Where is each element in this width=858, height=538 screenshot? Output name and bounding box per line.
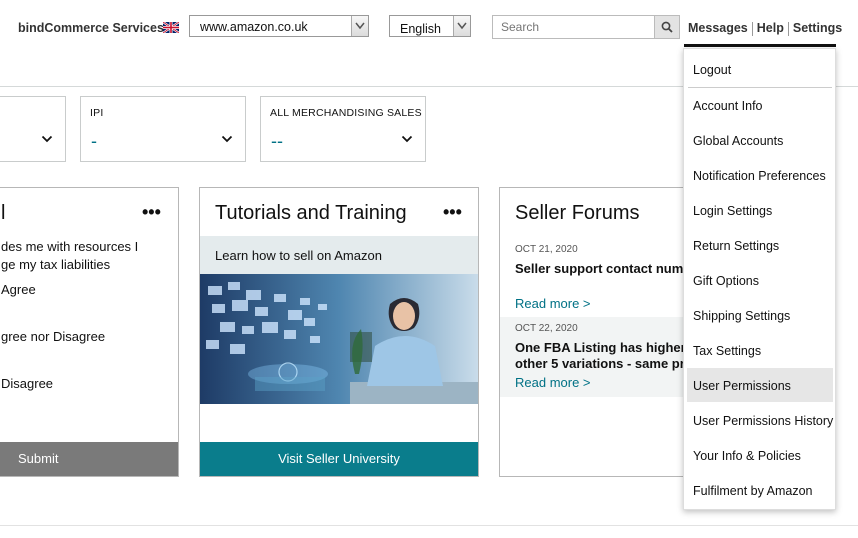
menu-item-shipping-settings[interactable]: Shipping Settings bbox=[693, 309, 790, 323]
more-dots-icon[interactable]: ••• bbox=[142, 202, 161, 223]
tutorial-subtitle-bar: Learn how to sell on Amazon bbox=[200, 236, 478, 274]
help-link[interactable]: Help bbox=[757, 21, 784, 35]
forum-post: OCT 21, 2020 Seller support contact num … bbox=[500, 238, 688, 312]
forum-post-title-line: One FBA Listing has higher bbox=[515, 340, 686, 355]
section-divider bbox=[0, 525, 858, 526]
settings-dropdown-menu: Logout Account Info Global Accounts Noti… bbox=[683, 48, 836, 510]
messages-link[interactable]: Messages bbox=[688, 21, 748, 35]
metric-tile-ipi[interactable]: IPI - bbox=[80, 96, 246, 162]
menu-item-your-info-policies[interactable]: Your Info & Policies bbox=[693, 449, 801, 463]
menu-item-global-accounts[interactable]: Global Accounts bbox=[693, 134, 783, 148]
card-title: Tutorials and Training bbox=[215, 202, 407, 224]
link-divider bbox=[751, 21, 753, 36]
settings-active-indicator bbox=[684, 44, 836, 47]
menu-item-fulfilment-by-amazon[interactable]: Fulfilment by Amazon bbox=[693, 484, 813, 498]
uk-flag-icon bbox=[163, 22, 179, 33]
language-select-value: English bbox=[400, 22, 441, 36]
forum-post-title-line: other 5 variations - same pr bbox=[515, 356, 685, 371]
tutorial-illustration bbox=[200, 274, 478, 404]
seller-forums-card: Seller Forums OCT 21, 2020 Seller suppor… bbox=[499, 187, 689, 477]
chevron-down-icon bbox=[351, 16, 368, 36]
metric-tile-merchandising-sales[interactable]: ALL MERCHANDISING SALES -- bbox=[260, 96, 426, 162]
survey-question: des me with resources I ge my tax liabil… bbox=[1, 238, 138, 274]
visit-seller-university-button[interactable]: Visit Seller University bbox=[200, 442, 478, 476]
menu-divider bbox=[688, 87, 832, 88]
submit-button[interactable]: Submit bbox=[0, 442, 178, 476]
metric-tile[interactable] bbox=[0, 96, 66, 162]
seller-account-name[interactable]: bindCommerce Services bbox=[18, 21, 164, 35]
survey-question-line: des me with resources I bbox=[1, 239, 139, 254]
marketplace-select[interactable]: www.amazon.co.uk bbox=[189, 15, 369, 37]
chevron-down-icon bbox=[453, 16, 470, 36]
forum-post-title[interactable]: Seller support contact num bbox=[515, 261, 683, 276]
settings-link[interactable]: Settings bbox=[793, 21, 842, 35]
tutorials-card: Tutorials and Training ••• Learn how to … bbox=[199, 187, 479, 477]
forum-post: OCT 22, 2020 One FBA Listing has higher … bbox=[500, 317, 688, 397]
read-more-link[interactable]: Read more > bbox=[515, 296, 591, 311]
link-divider bbox=[787, 21, 789, 36]
search-input[interactable] bbox=[493, 16, 661, 38]
metric-value: - bbox=[91, 131, 97, 151]
chevron-down-icon bbox=[221, 135, 233, 143]
tutorial-subtitle[interactable]: Learn how to sell on Amazon bbox=[215, 248, 382, 263]
menu-item-user-permissions-history[interactable]: User Permissions History bbox=[693, 414, 833, 428]
survey-card: l ••• des me with resources I ge my tax … bbox=[0, 187, 179, 477]
read-more-link[interactable]: Read more > bbox=[515, 375, 591, 390]
forum-post-title[interactable]: One FBA Listing has higher other 5 varia… bbox=[515, 340, 686, 372]
language-select[interactable]: English bbox=[389, 15, 471, 37]
metric-label: ALL MERCHANDISING SALES bbox=[270, 107, 422, 119]
chevron-down-icon bbox=[401, 135, 413, 143]
more-dots-icon[interactable]: ••• bbox=[443, 202, 462, 223]
forum-post-date: OCT 22, 2020 bbox=[515, 323, 578, 334]
menu-item-return-settings[interactable]: Return Settings bbox=[693, 239, 779, 253]
search-icon bbox=[661, 21, 673, 33]
survey-option[interactable]: Disagree bbox=[1, 376, 53, 391]
chevron-down-icon bbox=[41, 135, 53, 143]
survey-question-line: ge my tax liabilities bbox=[1, 257, 111, 272]
menu-item-user-permissions[interactable]: User Permissions bbox=[693, 379, 791, 393]
marketplace-select-value: www.amazon.co.uk bbox=[200, 20, 308, 34]
menu-item-notification-preferences[interactable]: Notification Preferences bbox=[693, 169, 826, 183]
menu-item-login-settings[interactable]: Login Settings bbox=[693, 204, 772, 218]
header-links: Messages Help Settings bbox=[688, 21, 842, 36]
menu-item-gift-options[interactable]: Gift Options bbox=[693, 274, 759, 288]
menu-item-logout[interactable]: Logout bbox=[693, 63, 731, 77]
metric-label: IPI bbox=[90, 107, 104, 119]
menu-item-account-info[interactable]: Account Info bbox=[693, 99, 763, 113]
card-title: l bbox=[1, 202, 6, 224]
search-box bbox=[492, 15, 680, 39]
survey-option[interactable]: gree nor Disagree bbox=[1, 329, 105, 344]
metric-value: -- bbox=[271, 131, 283, 151]
survey-option[interactable]: Agree bbox=[1, 282, 36, 297]
card-title: Seller Forums bbox=[515, 202, 640, 224]
search-button[interactable] bbox=[654, 16, 679, 38]
menu-item-tax-settings[interactable]: Tax Settings bbox=[693, 344, 761, 358]
forum-post-date: OCT 21, 2020 bbox=[515, 244, 578, 255]
